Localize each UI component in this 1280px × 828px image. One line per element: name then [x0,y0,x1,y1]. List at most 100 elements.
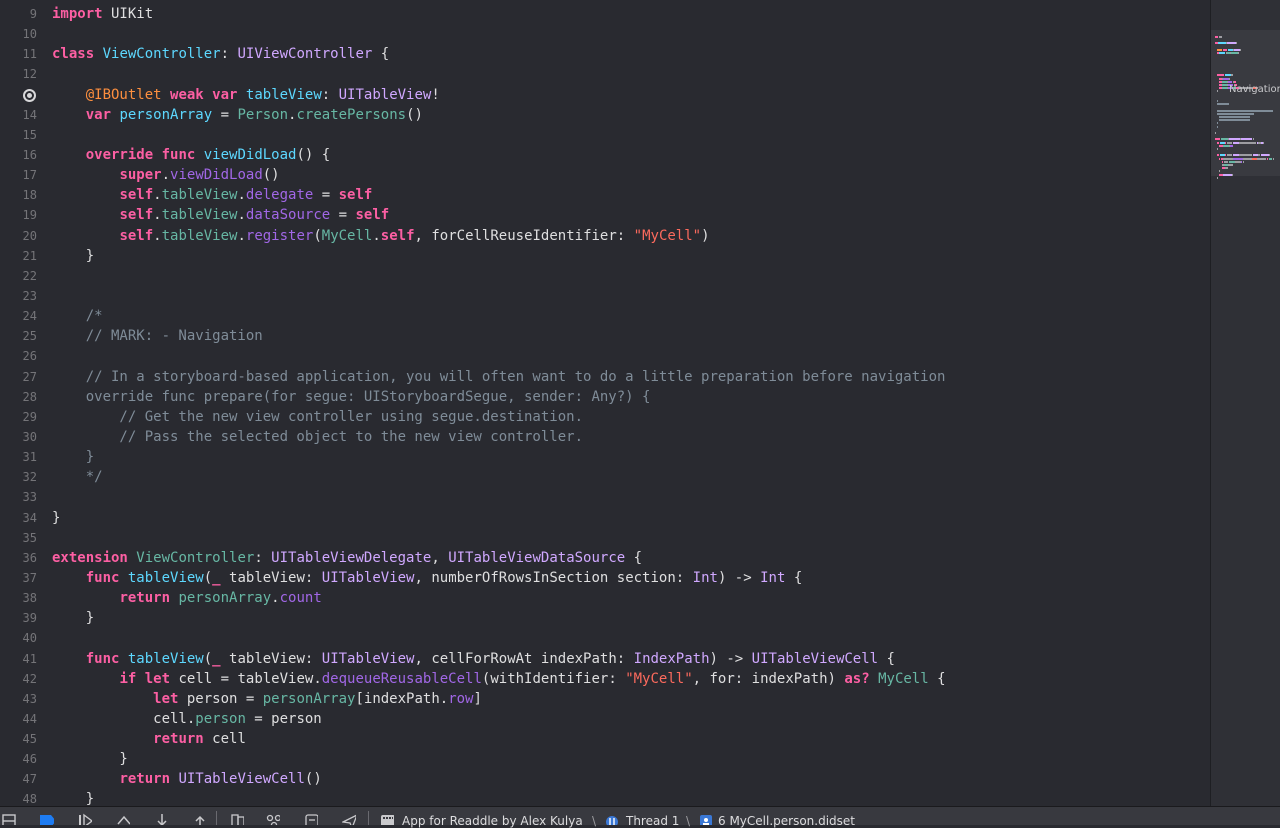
code-token: UIKit [102,6,154,22]
line-number[interactable]: 24 [0,306,37,326]
line-number[interactable]: 46 [0,749,37,769]
line-number[interactable]: 10 [0,24,37,44]
line-number[interactable]: 30 [0,427,37,447]
step-over-icon[interactable] [116,812,130,825]
code-line[interactable]: 24 /* [0,306,1210,326]
minimap-code-bar [1229,144,1233,147]
line-number[interactable]: 42 [0,669,37,689]
code-line[interactable]: 34} [0,508,1210,528]
code-line[interactable]: 19 self.tableView.dataSource = self [0,205,1210,225]
breakpoints-toggle-icon[interactable] [40,812,54,825]
line-number[interactable]: 48 [0,789,37,806]
line-number[interactable]: 17 [0,165,37,185]
line-number[interactable]: 12 [0,64,37,84]
code-line[interactable]: 28 override func prepare(for segue: UISt… [0,387,1210,407]
line-number[interactable]: 34 [0,508,37,528]
code-line[interactable]: 32 */ [0,467,1210,487]
code-line[interactable]: 17 super.viewDidLoad() [0,165,1210,185]
continue-icon[interactable] [78,812,92,825]
code-line[interactable]: 12 [0,64,1210,84]
code-line[interactable]: 48 } [0,789,1210,806]
debug-view-hierarchy-icon[interactable] [230,812,244,825]
line-number[interactable]: 35 [0,528,37,548]
line-number[interactable]: 26 [0,346,37,366]
code-line[interactable]: 37 func tableView(_ tableView: UITableVi… [0,568,1210,588]
simulate-location-icon[interactable] [342,812,356,825]
code-line[interactable]: 22 [0,266,1210,286]
line-number[interactable]: 21 [0,246,37,266]
code-editor[interactable]: 9 import UIKit 10 11 class ViewController: U… [0,0,1210,806]
code-line[interactable]: 47 return UITableViewCell() [0,769,1210,789]
code-line[interactable]: 42 if let cell = tableView.dequeueReusab… [0,669,1210,689]
step-into-icon[interactable] [154,812,168,825]
code-line[interactable]: 25 // MARK: - Navigation [0,326,1210,346]
line-number[interactable]: 43 [0,689,37,709]
code-line[interactable]: 9 import UIKit [0,4,1210,24]
line-number[interactable]: 38 [0,588,37,608]
step-out-icon[interactable] [192,812,206,825]
code-line[interactable]: 29 // Get the new view controller using … [0,407,1210,427]
code-line[interactable]: 44 cell.person = person [0,709,1210,729]
breadcrumb-stack-frame[interactable]: 6 MyCell.person.didset [718,815,855,827]
code-line[interactable]: 41 func tableView(_ tableView: UITableVi… [0,649,1210,669]
line-number[interactable]: 33 [0,487,37,507]
line-number[interactable]: 19 [0,205,37,225]
line-number[interactable]: 25 [0,326,37,346]
line-number[interactable]: 40 [0,628,37,648]
breadcrumb-thread[interactable]: Thread 1 [626,815,679,827]
code-line[interactable]: 40 [0,628,1210,648]
memory-graph-icon[interactable] [266,812,280,825]
minimap[interactable]: Navigation [1210,0,1280,806]
breadcrumb-scheme[interactable]: App for Readdle by Alex Kulya [402,815,583,827]
line-number[interactable]: 15 [0,125,37,145]
line-number[interactable]: 47 [0,769,37,789]
minimap-code-bar [1227,42,1236,45]
line-number[interactable]: 45 [0,729,37,749]
line-number[interactable]: 44 [0,709,37,729]
line-number[interactable]: 11 [0,44,37,64]
line-number[interactable]: 18 [0,185,37,205]
line-number[interactable]: 41 [0,649,37,669]
line-number[interactable]: 28 [0,387,37,407]
code-line[interactable]: 39 } [0,608,1210,628]
code-line[interactable]: 45 return cell [0,729,1210,749]
code-line[interactable]: 11 class ViewController: UIViewController… [0,44,1210,64]
minimap-mark-navigation[interactable]: Navigation [1229,84,1280,95]
line-number[interactable]: 14 [0,105,37,125]
code-line[interactable]: 21 } [0,246,1210,266]
code-line[interactable]: 10 [0,24,1210,44]
code-line[interactable]: 31 } [0,447,1210,467]
code-line[interactable]: 46 } [0,749,1210,769]
code-line[interactable]: 26 [0,346,1210,366]
line-number[interactable]: 9 [0,4,37,24]
line-number[interactable]: 32 [0,467,37,487]
code-line[interactable]: 20 self.tableView.register(MyCell.self, … [0,226,1210,246]
code-line[interactable]: 33 [0,487,1210,507]
minimap-code-bar [1219,170,1221,173]
line-number[interactable]: 27 [0,367,37,387]
breakpoint-indicator-icon[interactable] [23,88,36,102]
code-line[interactable]: 38 return personArray.count [0,588,1210,608]
line-number[interactable]: 39 [0,608,37,628]
code-line[interactable]: 43 let person = personArray[indexPath.ro… [0,689,1210,709]
line-number[interactable]: 31 [0,447,37,467]
line-number[interactable]: 37 [0,568,37,588]
hide-debug-area-icon[interactable] [2,812,16,825]
environment-overrides-icon[interactable] [304,812,318,825]
code-line[interactable]: 14 var personArray = Person.createPerson… [0,105,1210,125]
code-line[interactable]: 16 override func viewDidLoad() { [0,145,1210,165]
code-line[interactable]: 18 self.tableView.delegate = self [0,185,1210,205]
code-line[interactable]: 23 [0,286,1210,306]
line-number[interactable]: 23 [0,286,37,306]
line-number[interactable]: 29 [0,407,37,427]
line-number[interactable]: 22 [0,266,37,286]
code-line[interactable]: @IBOutlet weak var tableView: UITableVie… [0,85,1210,105]
code-line[interactable]: 36 extension ViewController: UITableViewD… [0,548,1210,568]
code-line[interactable]: 15 [0,125,1210,145]
code-line[interactable]: 35 [0,528,1210,548]
line-number[interactable]: 36 [0,548,37,568]
line-number[interactable]: 16 [0,145,37,165]
line-number[interactable]: 20 [0,226,37,246]
code-line[interactable]: 27 // In a storyboard-based application,… [0,367,1210,387]
code-line[interactable]: 30 // Pass the selected object to the ne… [0,427,1210,447]
